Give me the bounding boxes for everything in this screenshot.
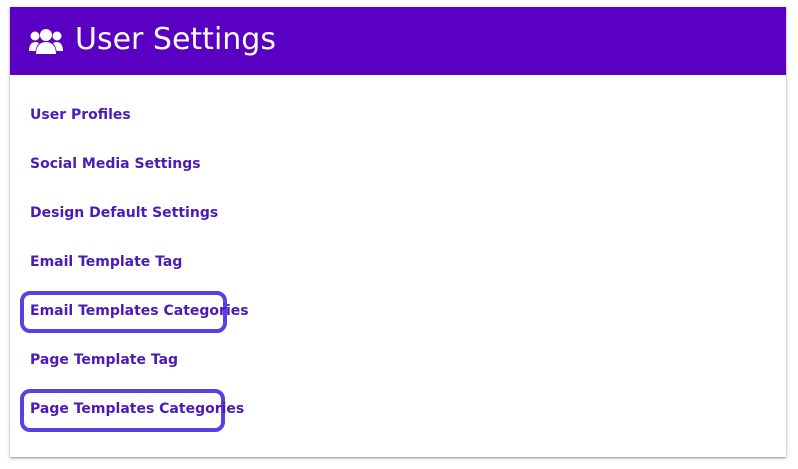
link-user-profiles[interactable]: User Profiles xyxy=(30,106,131,124)
users-icon xyxy=(29,29,63,54)
link-page-template-tag[interactable]: Page Template Tag xyxy=(30,351,178,369)
link-page-templates-categories[interactable]: Page Templates Categories xyxy=(30,400,244,418)
link-email-template-tag[interactable]: Email Template Tag xyxy=(30,253,182,271)
panel-header: User Settings xyxy=(10,7,786,75)
user-settings-panel: User Settings User Profiles Social Media… xyxy=(10,7,786,457)
page-title: User Settings xyxy=(75,22,276,57)
link-social-media-settings[interactable]: Social Media Settings xyxy=(30,155,201,173)
link-design-default-settings[interactable]: Design Default Settings xyxy=(30,204,218,222)
link-email-templates-categories[interactable]: Email Templates Categories xyxy=(30,302,249,320)
